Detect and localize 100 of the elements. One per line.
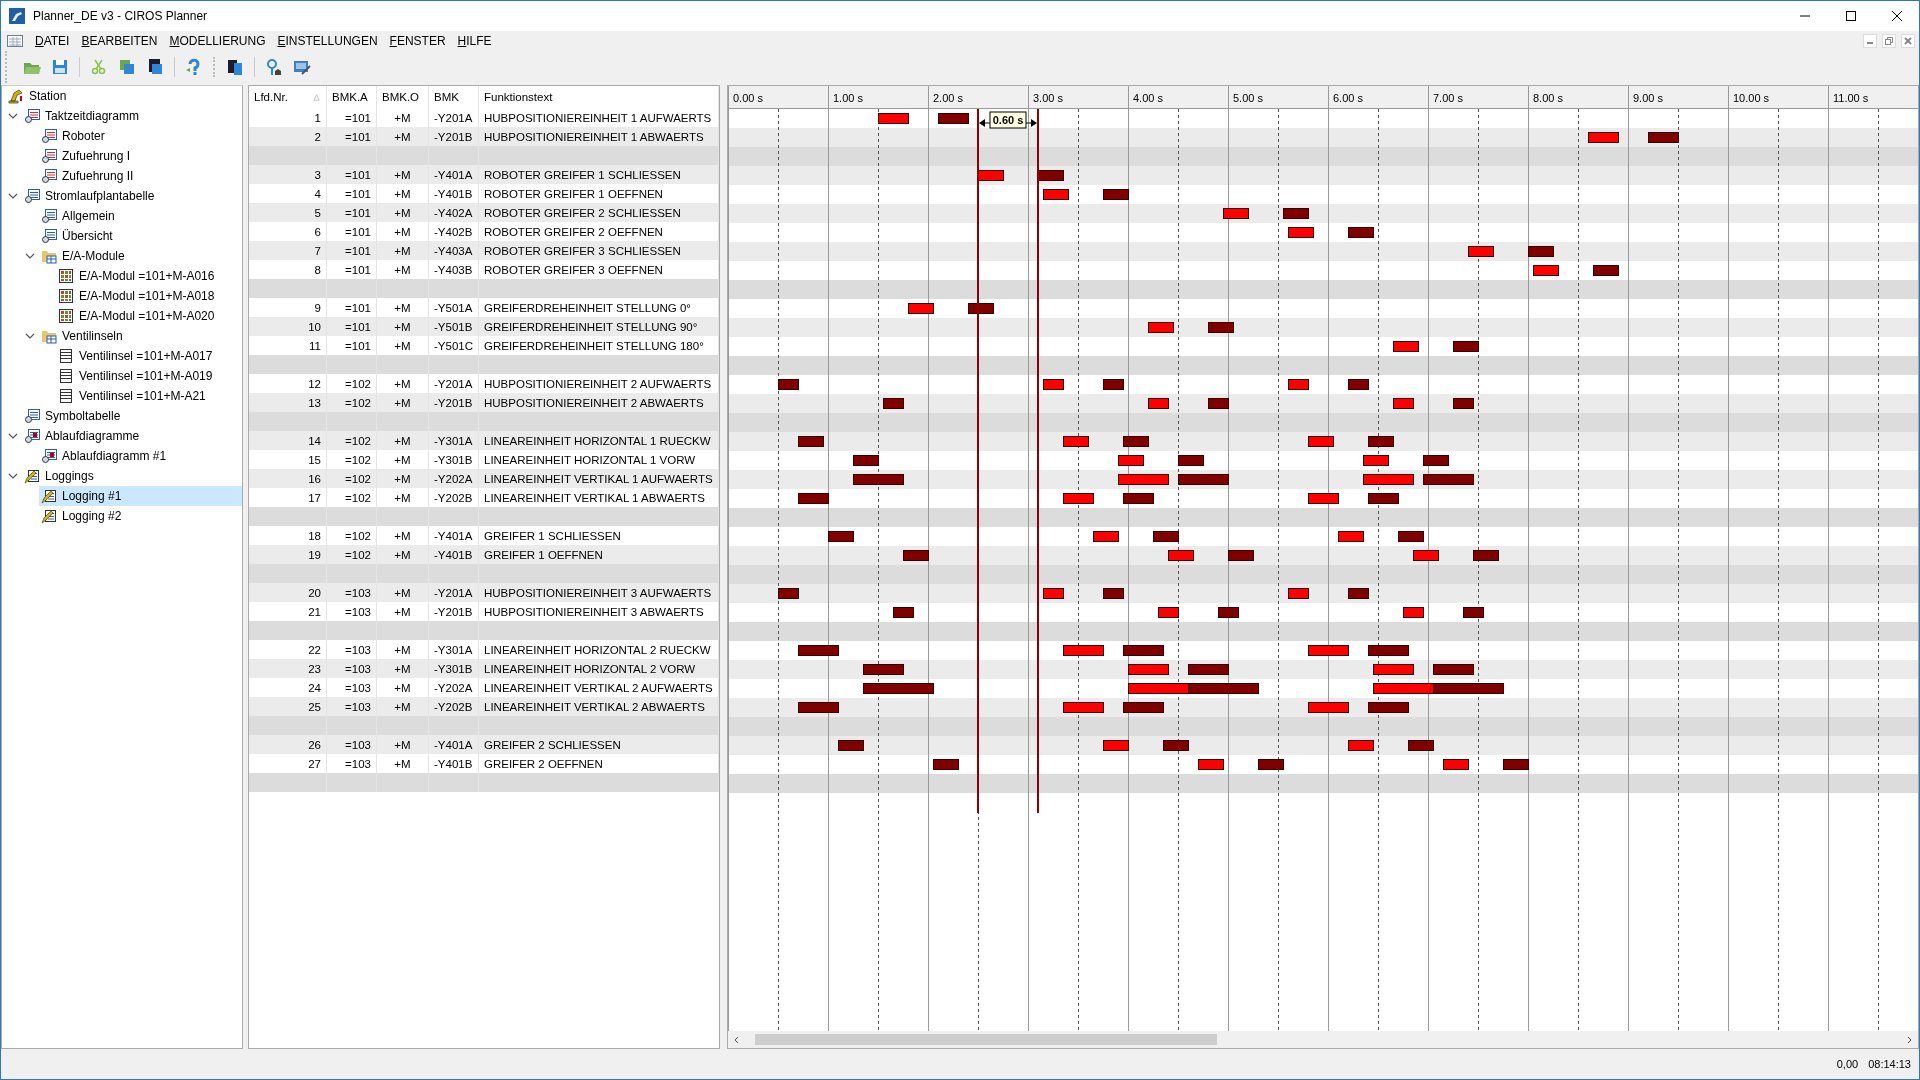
signal-pulse xyxy=(1103,379,1124,390)
tree-item[interactable]: E/A-Modul =101+M-A020 xyxy=(56,306,242,326)
column-header[interactable]: BMK xyxy=(434,91,459,103)
window-icon[interactable] xyxy=(226,58,244,76)
menu-item[interactable]: MODELLIERUNG xyxy=(163,34,272,48)
tree-item[interactable]: E/A-Module xyxy=(39,246,242,266)
signal-pulse xyxy=(1453,398,1474,409)
tree-node-icon xyxy=(24,408,40,424)
document-icon[interactable] xyxy=(7,35,23,47)
signal-pulse xyxy=(1423,455,1449,466)
tree-item[interactable]: Allgemein xyxy=(39,206,242,226)
tree-item[interactable]: Station xyxy=(6,86,242,106)
column-header[interactable]: Funktionstext xyxy=(484,91,553,103)
signal-pulse xyxy=(1258,759,1284,770)
signal-pulse xyxy=(1398,531,1424,542)
tree-item[interactable]: Zufuehrung I xyxy=(39,146,242,166)
paste-icon[interactable] xyxy=(146,58,164,76)
tree-item[interactable]: Logging #2 xyxy=(39,506,242,526)
signal-pulse xyxy=(1288,227,1314,238)
tree-node-icon xyxy=(58,348,74,364)
menu-item[interactable]: BEARBEITEN xyxy=(75,34,164,48)
signal-pulse xyxy=(1463,607,1484,618)
expand-chevron-icon[interactable] xyxy=(8,191,18,201)
scrollbar-thumb[interactable] xyxy=(755,1034,1217,1045)
signal-pulse xyxy=(1168,550,1194,561)
tree-node-icon xyxy=(8,88,24,104)
tree-item[interactable]: Stromlaufplantabelle xyxy=(22,186,242,206)
signal-pulse xyxy=(1178,455,1204,466)
tree-item[interactable]: Loggings xyxy=(22,466,242,486)
tree-node-icon xyxy=(41,488,57,504)
signal-pulse xyxy=(1198,759,1224,770)
signal-pulse xyxy=(1123,645,1164,656)
signal-pulse xyxy=(1648,132,1679,143)
signal-pulse xyxy=(1338,531,1364,542)
menu-item[interactable]: HILFE xyxy=(451,34,498,48)
time-label: 0.00 s xyxy=(733,92,763,104)
signal-pulse xyxy=(1433,683,1504,694)
user-search-icon[interactable] xyxy=(265,58,283,76)
expand-chevron-icon[interactable] xyxy=(8,431,18,441)
signal-pulse xyxy=(1363,474,1414,485)
signal-pulse xyxy=(828,531,854,542)
sort-icon xyxy=(312,92,321,102)
minimize-icon[interactable] xyxy=(1863,34,1877,48)
tree-item[interactable]: Ablaufdiagramme xyxy=(22,426,242,446)
tree-item[interactable]: Ablaufdiagramm #1 xyxy=(39,446,242,466)
expand-chevron-icon[interactable] xyxy=(25,331,35,341)
tree-node-icon xyxy=(41,448,57,464)
signal-pulse xyxy=(778,588,799,599)
signal-pulse xyxy=(1368,436,1394,447)
close-icon[interactable] xyxy=(1891,10,1903,22)
expand-chevron-icon[interactable] xyxy=(25,251,35,261)
tree-item[interactable]: Übersicht xyxy=(39,226,242,246)
tree-item[interactable]: Roboter xyxy=(39,126,242,146)
column-header[interactable]: BMK.O xyxy=(382,91,420,103)
tree-node-icon xyxy=(41,128,57,144)
signal-pulse xyxy=(1588,132,1619,143)
restore-icon[interactable] xyxy=(1882,34,1896,48)
tree-item[interactable]: E/A-Modul =101+M-A018 xyxy=(56,286,242,306)
menu-item[interactable]: EINSTELLUNGEN xyxy=(271,34,384,48)
signal-pulse xyxy=(1163,740,1189,751)
tree-item[interactable]: Ventilinseln xyxy=(39,326,242,346)
signal-pulse xyxy=(1123,436,1149,447)
column-header[interactable]: BMK.A xyxy=(332,91,368,103)
expand-chevron-icon[interactable] xyxy=(8,111,18,121)
signal-pulse xyxy=(1468,246,1494,257)
menu-item[interactable]: DATEI xyxy=(29,34,76,48)
tree-item[interactable]: Symboltabelle xyxy=(22,406,242,426)
signal-pulse xyxy=(1368,702,1409,713)
signal-pulse xyxy=(1043,379,1064,390)
time-label: 7.00 s xyxy=(1433,92,1463,104)
tree-item[interactable]: Taktzeitdiagramm xyxy=(22,106,242,126)
status-text: 08:14:13 xyxy=(1868,1058,1911,1070)
measure-label: 0.60 s xyxy=(989,111,1027,129)
status-text: 0,00 xyxy=(1836,1058,1859,1070)
save-icon[interactable] xyxy=(51,58,69,76)
signal-pulse xyxy=(1393,398,1414,409)
tree-item[interactable]: Logging #1 xyxy=(39,486,242,506)
copy-icon[interactable] xyxy=(118,58,136,76)
time-label: 10.00 s xyxy=(1733,92,1770,104)
signal-pulse xyxy=(1148,398,1169,409)
signal-pulse xyxy=(1188,683,1259,694)
signal-pulse xyxy=(838,740,864,751)
maximize-icon[interactable] xyxy=(1845,10,1857,22)
signal-pulse xyxy=(1308,702,1349,713)
signal-pulse xyxy=(908,303,934,314)
signal-pulse xyxy=(1393,341,1419,352)
tree-item[interactable]: E/A-Modul =101+M-A016 xyxy=(56,266,242,286)
signal-pulse xyxy=(1443,759,1469,770)
signal-pulse xyxy=(1283,208,1309,219)
signal-pulse xyxy=(1038,170,1064,181)
tree-item[interactable]: Ventilinsel =101+M-A019 xyxy=(56,366,242,386)
signal-pulse xyxy=(1223,208,1249,219)
column-header[interactable]: Lfd.Nr. xyxy=(254,91,288,103)
expand-chevron-icon[interactable] xyxy=(8,471,18,481)
tree-node-icon xyxy=(58,288,74,304)
tree-item[interactable]: Zufuehrung II xyxy=(39,166,242,186)
tree-item[interactable]: Ventilinsel =101+M-A21 xyxy=(56,386,242,406)
tree-item[interactable]: Ventilinsel =101+M-A017 xyxy=(56,346,242,366)
signal-pulse xyxy=(1123,493,1154,504)
menu-item[interactable]: FENSTER xyxy=(383,34,452,48)
